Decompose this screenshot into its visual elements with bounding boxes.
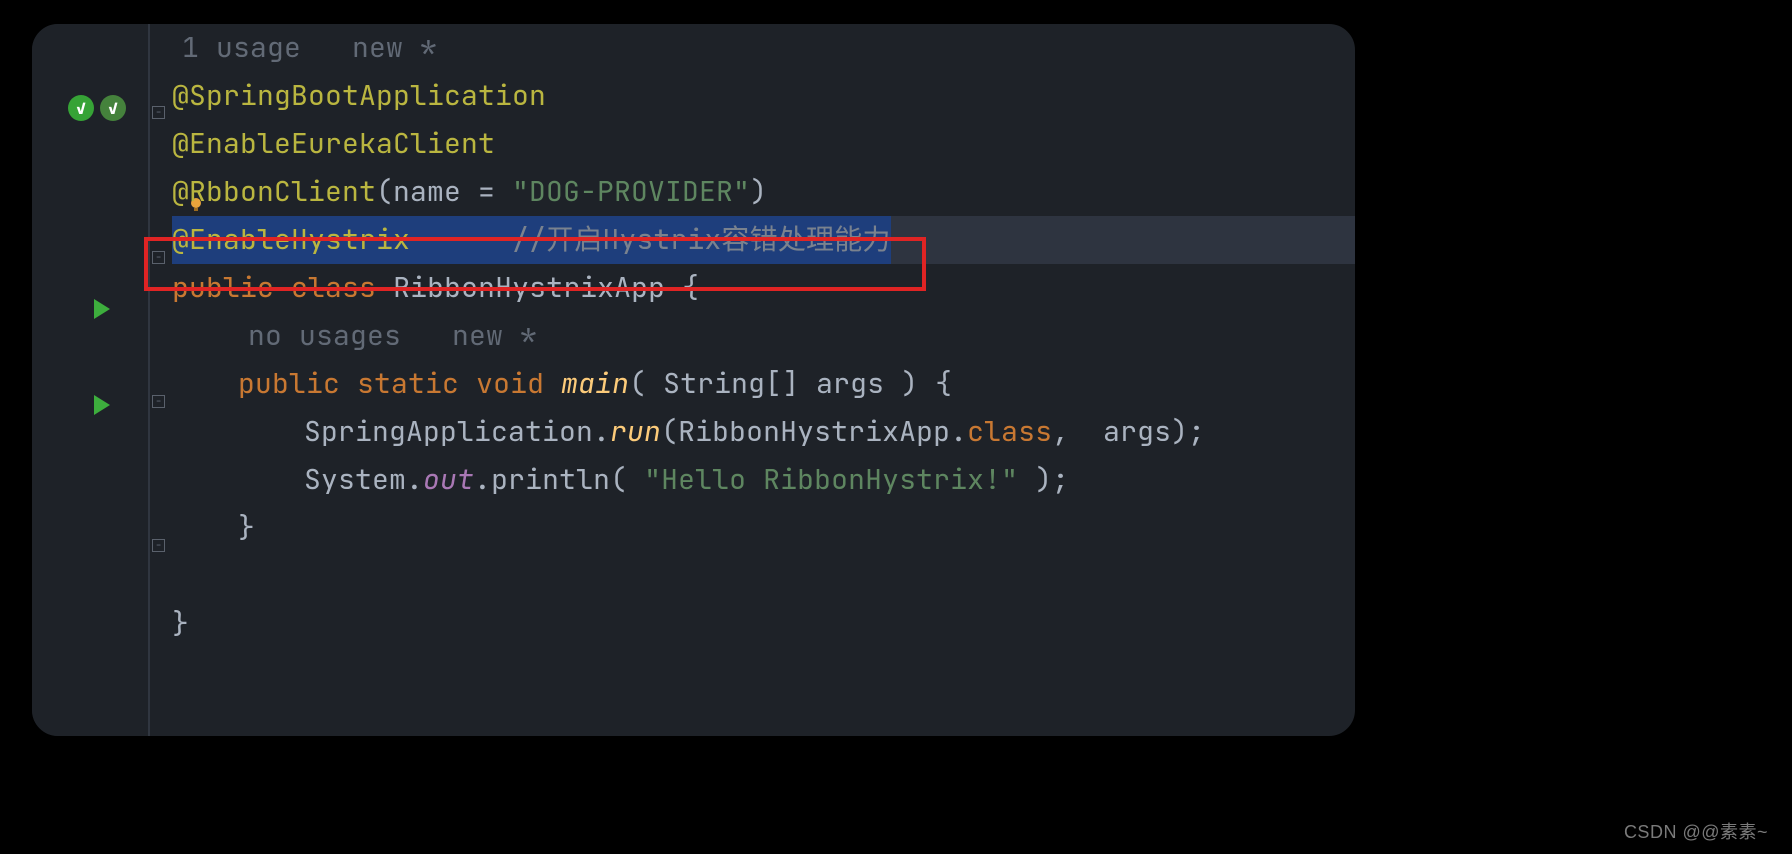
editor-gutter bbox=[32, 24, 148, 736]
open-paren: ( bbox=[661, 413, 678, 450]
main-args-type: String[] bbox=[663, 365, 799, 402]
code-area[interactable]: 1 usage new * @SpringBootApplication @En… bbox=[172, 24, 1355, 648]
fold-toggle-icon[interactable] bbox=[152, 251, 165, 264]
kw-public2: public bbox=[238, 365, 340, 402]
spring-app: SpringApplication bbox=[304, 413, 593, 450]
close-brace-inner: } bbox=[238, 509, 255, 546]
kw-void: void bbox=[476, 365, 544, 402]
println-close: ); bbox=[1018, 461, 1069, 498]
run-gutter-class-icon[interactable] bbox=[94, 299, 110, 319]
highlighted-line: @EnableHystrix //开启Hystrix容错处理能力 bbox=[172, 216, 1355, 264]
kw-public: public bbox=[172, 269, 274, 306]
dot3: . bbox=[406, 461, 423, 498]
run-gutter-main-icon[interactable] bbox=[94, 395, 110, 415]
hystrix-pad bbox=[410, 221, 512, 258]
watermark-text: CSDN @@素素~ bbox=[1624, 818, 1768, 844]
main-args-close: ) { bbox=[884, 365, 952, 402]
println: println bbox=[491, 461, 610, 498]
method-main: main bbox=[561, 365, 629, 402]
ribbon-args-close: ) bbox=[750, 173, 767, 210]
annotation-eureka: @EnableEurekaClient bbox=[172, 125, 495, 162]
run-args-close: , args); bbox=[1052, 413, 1205, 450]
main-args-open: ( bbox=[629, 365, 663, 402]
dot2: . bbox=[950, 413, 967, 450]
println-open: ( bbox=[610, 461, 644, 498]
inlay-hint-usages[interactable]: 1 usage new * bbox=[182, 29, 437, 66]
fold-toggle-icon[interactable] bbox=[152, 539, 165, 552]
fold-toggle-icon[interactable] bbox=[152, 395, 165, 408]
inlay-hint-nousages[interactable]: no usages new * bbox=[248, 317, 537, 354]
kw-class: class bbox=[291, 269, 376, 306]
out-field: out bbox=[423, 461, 474, 498]
spring-run-icon[interactable]: ✓ bbox=[68, 95, 94, 121]
kw-static: static bbox=[357, 365, 459, 402]
editor-frame: ✓ ✓ 1 usage new * @SpringBootApplication… bbox=[30, 22, 1357, 738]
ribbon-cls-ref: RibbonHystrixApp bbox=[678, 413, 950, 450]
kw-class-ref: class bbox=[967, 413, 1052, 450]
fold-toggle-icon[interactable] bbox=[152, 106, 165, 119]
annotation-ribbon-suffix: bbonClient bbox=[206, 173, 376, 210]
annotation-springboot: @SpringBootApplication bbox=[172, 77, 546, 114]
run-call: run bbox=[610, 413, 661, 450]
spring-run-config-icon[interactable]: ✓ bbox=[100, 95, 126, 121]
dot4: . bbox=[474, 461, 491, 498]
gutter-separator bbox=[148, 24, 150, 736]
class-name: RibbonHystrixApp bbox=[393, 269, 665, 306]
dot1: . bbox=[593, 413, 610, 450]
annotation-ribbon-prefix: @R bbox=[172, 173, 206, 210]
open-brace: { bbox=[665, 269, 699, 306]
ribbon-name-string: "DOG-PROVIDER" bbox=[512, 173, 750, 210]
ribbon-args-open: (name = bbox=[376, 173, 512, 210]
hystrix-comment: //开启Hystrix容错处理能力 bbox=[512, 221, 891, 258]
gutter-icons: ✓ ✓ bbox=[68, 95, 126, 121]
hello-string: "Hello RibbonHystrix!" bbox=[644, 461, 1018, 498]
close-brace-outer: } bbox=[172, 605, 189, 642]
main-args-name: args bbox=[799, 365, 884, 402]
system: System bbox=[304, 461, 406, 498]
annotation-hystrix: @EnableHystrix bbox=[172, 221, 410, 258]
